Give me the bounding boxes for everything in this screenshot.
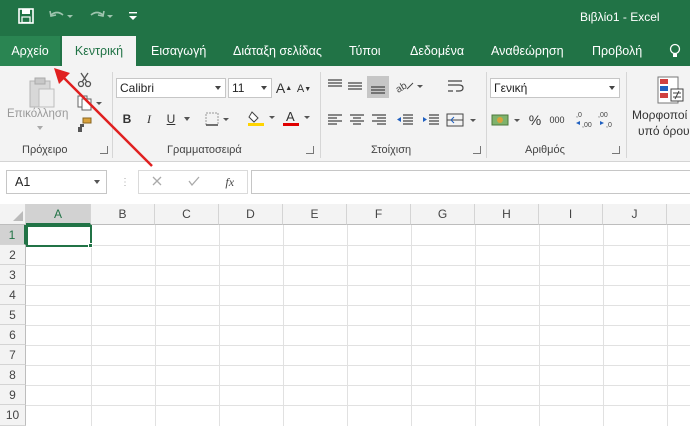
annotation-arrow [54, 68, 153, 167]
